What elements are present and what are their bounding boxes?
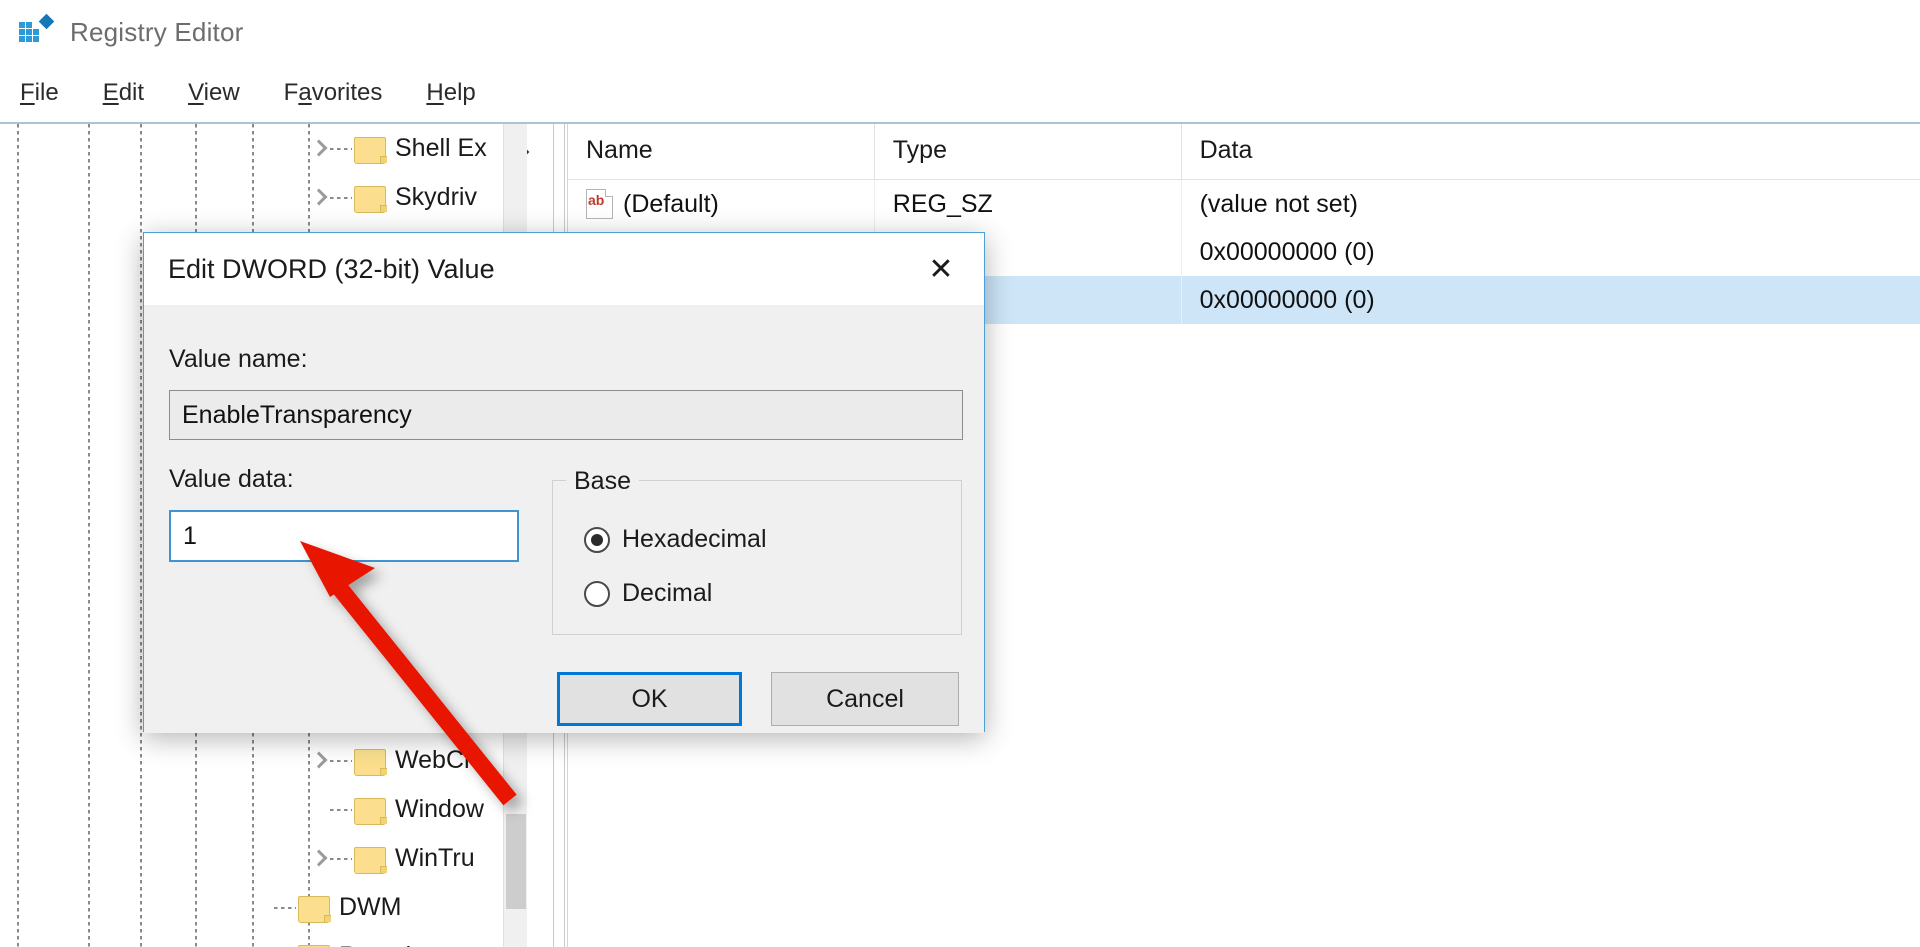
chevron-right-icon[interactable] — [308, 750, 330, 772]
registry-editor-icon — [16, 13, 55, 50]
window-titlebar: Registry Editor — [0, 0, 1920, 64]
folder-icon — [298, 893, 332, 923]
close-icon[interactable]: ✕ — [898, 233, 984, 305]
folder-icon — [354, 795, 388, 825]
cell-name: ab (Default) — [568, 180, 875, 228]
chevron-right-icon[interactable] — [308, 848, 330, 870]
tree-connector — [330, 808, 352, 811]
tree-item-label: Roaming — [339, 942, 439, 947]
tree-item-skydriv[interactable]: Skydriv — [0, 173, 565, 222]
cancel-button[interactable]: Cancel — [771, 672, 959, 726]
menu-view[interactable]: View — [182, 77, 246, 109]
dialog-body: Value name: EnableTransparency Value dat… — [144, 305, 984, 733]
folder-icon — [354, 134, 388, 164]
radio-indicator-hexadecimal[interactable] — [584, 526, 610, 553]
value-name-input[interactable]: EnableTransparency — [169, 390, 963, 440]
base-group-label: Base — [566, 467, 639, 496]
tree-connector — [330, 759, 352, 762]
edit-dword-dialog: Edit DWORD (32-bit) Value ✕ Value name: … — [143, 232, 985, 733]
table-row[interactable]: ab (Default) REG_SZ (value not set) — [568, 180, 1920, 228]
dialog-titlebar: Edit DWORD (32-bit) Value ✕ — [144, 233, 984, 305]
menu-edit[interactable]: Edit — [97, 77, 150, 109]
value-name-text: (Default) — [623, 189, 719, 218]
tree-connector — [330, 196, 352, 199]
dialog-title: Edit DWORD (32-bit) Value — [168, 253, 495, 284]
tree-connector — [330, 147, 352, 150]
tree-item-dwm[interactable]: DWM — [0, 883, 565, 932]
value-name-label: Value name: — [169, 345, 308, 373]
column-header-type[interactable]: Type — [875, 124, 1182, 180]
radio-indicator-decimal[interactable] — [584, 580, 610, 607]
ok-button[interactable]: OK — [557, 672, 742, 726]
menu-file[interactable]: File — [14, 77, 65, 109]
list-column-headers: Name Type Data — [568, 124, 1920, 180]
value-data-input[interactable]: 1 — [169, 510, 519, 562]
tree-item-label: DWM — [339, 893, 402, 921]
tree-item-window[interactable]: Window — [0, 785, 565, 834]
menu-favorites[interactable]: Favorites — [278, 77, 389, 109]
radio-label-hexadecimal: Hexadecimal — [622, 525, 767, 553]
tree-item-roaming[interactable]: Roaming — [0, 932, 565, 947]
radio-hexadecimal[interactable]: Hexadecimal — [584, 525, 767, 554]
tree-item-label: Window — [395, 795, 484, 823]
cell-data: 0x00000000 (0) — [1199, 285, 1375, 314]
chevron-right-icon[interactable] — [308, 138, 330, 160]
base-groupbox — [552, 480, 962, 635]
tree-item-webch[interactable]: WebCh — [0, 736, 565, 785]
tree-connector — [330, 857, 352, 860]
tree-items-lower: WebCh Window WinTru DWM — [0, 736, 565, 947]
tree-item-label: Skydriv — [395, 183, 477, 211]
cell-data: 0x00000000 (0) — [1199, 237, 1375, 266]
chevron-placeholder-icon — [308, 799, 330, 821]
tree-scrollbar-thumb[interactable] — [506, 814, 526, 909]
cell-data: (value not set) — [1199, 189, 1358, 218]
folder-icon — [354, 844, 388, 874]
column-header-data[interactable]: Data — [1182, 124, 1920, 180]
tree-item-label: WinTru — [395, 844, 475, 872]
radio-label-decimal: Decimal — [622, 579, 713, 607]
folder-icon — [354, 183, 388, 213]
cell-type: REG_SZ — [875, 180, 1182, 228]
folder-icon — [298, 942, 332, 947]
chevron-placeholder-icon — [252, 897, 274, 919]
tree-item-shell-ex[interactable]: Shell Ex — [0, 124, 565, 173]
tree-connector — [274, 906, 296, 909]
chevron-right-icon[interactable] — [308, 187, 330, 209]
tree-item-label: WebCh — [395, 746, 478, 774]
window-title: Registry Editor — [70, 16, 244, 47]
registry-editor-window: Registry Editor File Edit View Favorites… — [0, 0, 1920, 947]
folder-icon — [354, 746, 388, 776]
tree-item-wintru[interactable]: WinTru — [0, 834, 565, 883]
value-data-label: Value data: — [169, 465, 294, 493]
tree-item-label: Shell Ex — [395, 134, 487, 162]
menu-help[interactable]: Help — [420, 77, 481, 109]
string-value-icon: ab — [586, 189, 613, 219]
radio-decimal[interactable]: Decimal — [584, 579, 712, 608]
tree-items: Shell Ex Skydriv — [0, 124, 565, 222]
column-header-name[interactable]: Name — [568, 124, 875, 180]
menubar: File Edit View Favorites Help — [0, 64, 1920, 122]
